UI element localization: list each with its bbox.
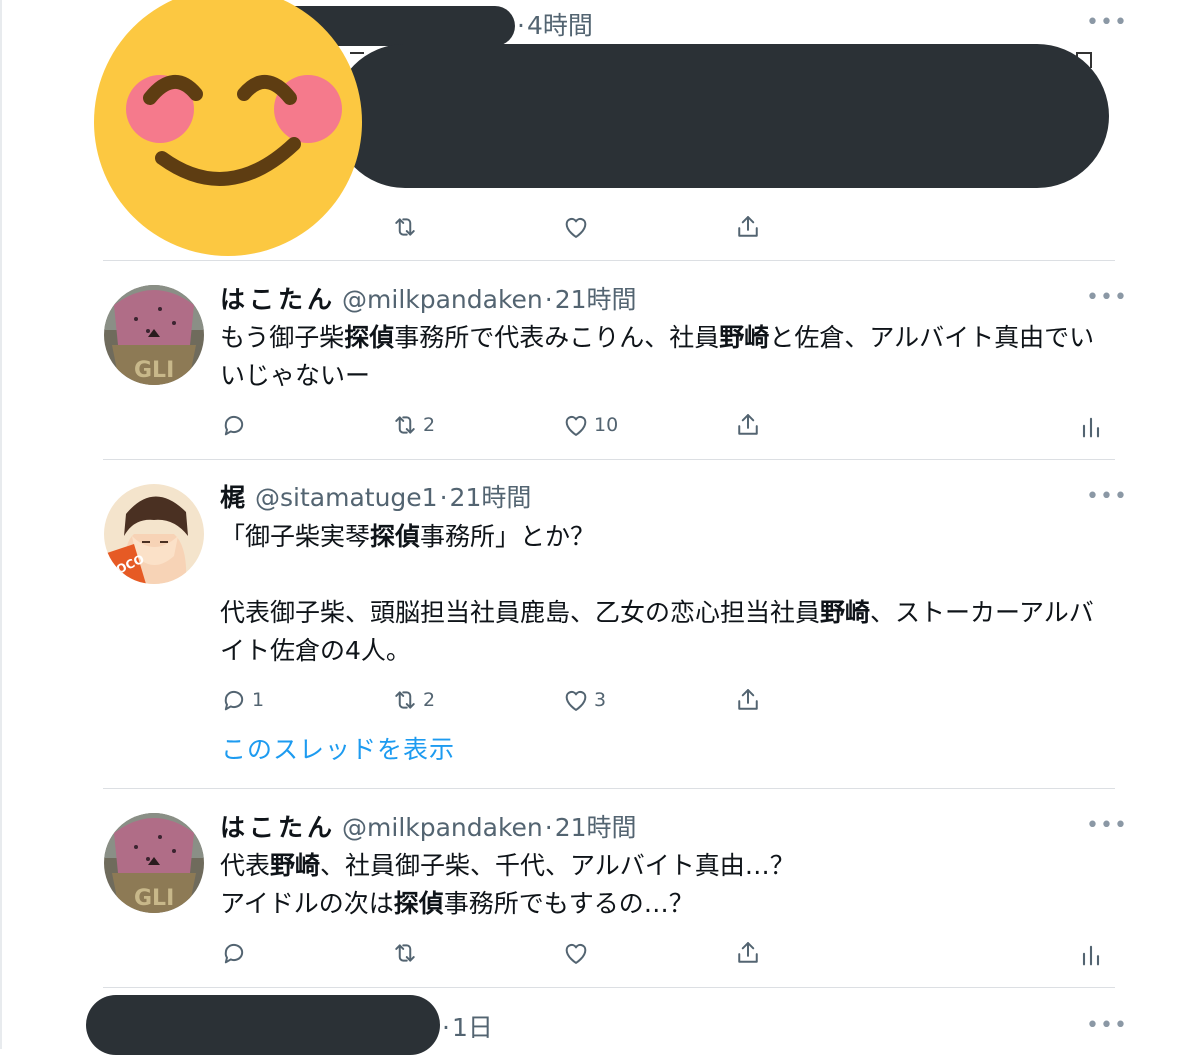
- tweet-3[interactable]: GLI はこたん @milkpandaken · 21時間 ••• 代表野崎、社…: [0, 789, 1200, 988]
- like-button[interactable]: 10: [562, 411, 618, 439]
- like-count: 3: [594, 689, 607, 711]
- share-button[interactable]: [734, 213, 762, 241]
- analytics-icon: [1082, 945, 1100, 966]
- heart-icon: [565, 943, 587, 964]
- retweet-icon: [395, 691, 415, 709]
- more-icon[interactable]: •••: [1086, 813, 1128, 838]
- svg-text:GLI: GLI: [134, 886, 174, 911]
- share-button[interactable]: [734, 939, 762, 967]
- separator-dot: ·: [442, 1013, 450, 1042]
- retweet-count: 2: [423, 414, 436, 436]
- redaction-bar: [86, 995, 440, 1055]
- highlighted-term: 探偵: [370, 522, 421, 551]
- retweet-button[interactable]: [391, 213, 419, 241]
- reply-icon: [224, 415, 244, 436]
- share-icon: [738, 216, 758, 237]
- more-icon[interactable]: •••: [1086, 1013, 1128, 1038]
- avatar[interactable]: GLI: [104, 813, 204, 913]
- tweet-header: · 4時間: [515, 6, 593, 42]
- analytics-button[interactable]: [1077, 941, 1105, 969]
- highlighted-term: 野崎: [820, 598, 871, 627]
- show-thread-link[interactable]: このスレッドを表示: [221, 730, 455, 766]
- retweet-count: 2: [423, 689, 436, 711]
- text-segment: もう御子柴: [220, 323, 345, 352]
- timestamp[interactable]: 21時間: [555, 808, 637, 844]
- user-handle[interactable]: @sitamatuge1: [255, 483, 438, 512]
- text-segment: 「御子柴実琴: [220, 522, 371, 551]
- timestamp[interactable]: 21時間: [450, 478, 532, 514]
- tweet-4[interactable]: · 1日 •••: [0, 989, 1200, 1055]
- timeline: · 4時間 ••• GLI はこたん @milkpandaken · 21時間 …: [0, 0, 1200, 1055]
- retweet-icon: [395, 944, 415, 962]
- separator-dot: ·: [439, 483, 448, 512]
- text-segment: 代表: [220, 851, 271, 880]
- divider: [103, 987, 1115, 988]
- avatar[interactable]: COCO: [104, 484, 204, 584]
- retweet-button[interactable]: [391, 939, 419, 967]
- tweet-header: · 1日: [440, 1008, 493, 1044]
- reply-count: 1: [252, 689, 265, 711]
- tweet-1[interactable]: GLI はこたん @milkpandaken · 21時間 ••• もう御子柴探…: [0, 261, 1200, 460]
- tweet-text: 「御子柴実琴探偵事務所」とか？ 代表御子柴、頭脳担当社員鹿島、乙女の恋心担当社員…: [220, 518, 1115, 670]
- user-handle[interactable]: @milkpandaken: [342, 813, 543, 842]
- text-segment: 事務所でもするの…？: [443, 889, 694, 918]
- heart-icon: [565, 217, 587, 238]
- more-icon[interactable]: •••: [1086, 484, 1128, 509]
- tweet-text: もう御子柴探偵事務所で代表みこりん、社員野崎と佐倉、アルバイト真由でいいじゃない…: [220, 319, 1115, 395]
- share-button[interactable]: [734, 686, 762, 714]
- smiling-face-emoji: [94, 0, 362, 256]
- highlighted-term: 野崎: [719, 323, 770, 352]
- retweet-icon: [395, 416, 415, 434]
- analytics-icon: [1082, 417, 1100, 438]
- highlighted-term: 野崎: [270, 851, 321, 880]
- retweet-button[interactable]: 2: [391, 686, 435, 714]
- highlighted-term: 探偵: [393, 889, 444, 918]
- separator-dot: ·: [544, 813, 553, 842]
- share-icon: [738, 689, 758, 710]
- separator-dot: ·: [544, 285, 553, 314]
- tweet-2[interactable]: COCO 梶 @sitamatuge1 · 21時間 ••• 「御子柴実琴探偵事…: [0, 460, 1200, 789]
- reply-icon: [224, 943, 244, 964]
- display-name[interactable]: はこたん: [220, 808, 336, 844]
- timestamp[interactable]: 21時間: [555, 280, 637, 316]
- tweet-text: 代表野崎、社員御子柴、千代、アルバイト真由…？ アイドルの次は探偵事務所でもする…: [220, 847, 1115, 923]
- display-name[interactable]: はこたん: [220, 280, 336, 316]
- timestamp[interactable]: 1日: [452, 1008, 493, 1044]
- retweet-icon: [395, 218, 415, 236]
- retweet-button[interactable]: 2: [391, 411, 435, 439]
- separator-dot: ·: [517, 11, 525, 40]
- analytics-button[interactable]: [1077, 413, 1105, 441]
- timestamp[interactable]: 4時間: [527, 6, 593, 42]
- like-button[interactable]: [562, 213, 590, 241]
- tweet-header: はこたん @milkpandaken · 21時間: [220, 808, 637, 844]
- like-button[interactable]: 3: [562, 686, 606, 714]
- highlighted-term: 探偵: [344, 323, 395, 352]
- more-icon[interactable]: •••: [1086, 10, 1128, 35]
- share-icon: [738, 414, 758, 435]
- like-count: 10: [594, 414, 619, 436]
- avatar[interactable]: GLI: [104, 285, 204, 385]
- user-handle[interactable]: @milkpandaken: [342, 285, 543, 314]
- redaction-bar: [333, 44, 1109, 188]
- reply-button[interactable]: [220, 411, 252, 439]
- heart-icon: [565, 415, 587, 436]
- share-button[interactable]: [734, 411, 762, 439]
- tweet-0[interactable]: · 4時間 •••: [0, 0, 1200, 261]
- reply-button[interactable]: [220, 939, 248, 967]
- display-name[interactable]: 梶: [220, 478, 249, 514]
- like-button[interactable]: [562, 939, 590, 967]
- share-icon: [738, 942, 758, 963]
- tweet-header: 梶 @sitamatuge1 · 21時間: [220, 478, 531, 514]
- tweet-header: はこたん @milkpandaken · 21時間: [220, 280, 637, 316]
- reply-button[interactable]: 1: [220, 686, 264, 714]
- text-segment: 事務所で代表みこりん、社員: [394, 323, 720, 352]
- reply-icon: [224, 690, 244, 711]
- more-icon[interactable]: •••: [1086, 285, 1128, 310]
- heart-icon: [565, 690, 587, 711]
- svg-text:GLI: GLI: [134, 358, 174, 383]
